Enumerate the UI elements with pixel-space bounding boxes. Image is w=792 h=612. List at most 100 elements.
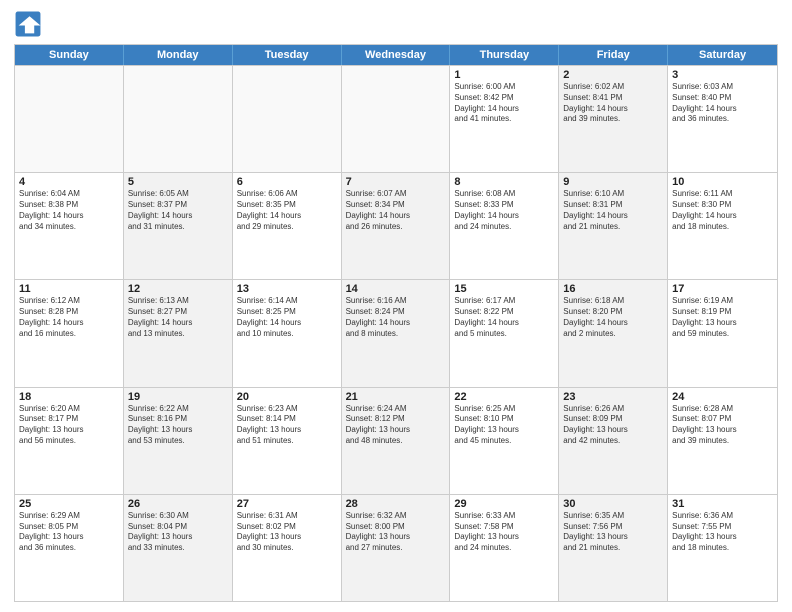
day-number: 22 [454, 391, 554, 403]
calendar-cell-19: 19Sunrise: 6:22 AM Sunset: 8:16 PM Dayli… [124, 388, 233, 494]
calendar-cell-31: 31Sunrise: 6:36 AM Sunset: 7:55 PM Dayli… [668, 495, 777, 601]
calendar-cell-25: 25Sunrise: 6:29 AM Sunset: 8:05 PM Dayli… [15, 495, 124, 601]
calendar-cell-empty-0-1 [124, 66, 233, 172]
day-number: 18 [19, 391, 119, 403]
calendar-cell-28: 28Sunrise: 6:32 AM Sunset: 8:00 PM Dayli… [342, 495, 451, 601]
calendar-cell-23: 23Sunrise: 6:26 AM Sunset: 8:09 PM Dayli… [559, 388, 668, 494]
cell-info: Sunrise: 6:35 AM Sunset: 7:56 PM Dayligh… [563, 511, 663, 554]
cell-info: Sunrise: 6:17 AM Sunset: 8:22 PM Dayligh… [454, 296, 554, 339]
day-number: 24 [672, 391, 773, 403]
cell-info: Sunrise: 6:23 AM Sunset: 8:14 PM Dayligh… [237, 404, 337, 447]
day-number: 31 [672, 498, 773, 510]
cell-info: Sunrise: 6:06 AM Sunset: 8:35 PM Dayligh… [237, 189, 337, 232]
cell-info: Sunrise: 6:30 AM Sunset: 8:04 PM Dayligh… [128, 511, 228, 554]
header-day-monday: Monday [124, 45, 233, 65]
calendar-row-2: 11Sunrise: 6:12 AM Sunset: 8:28 PM Dayli… [15, 279, 777, 386]
calendar-cell-5: 5Sunrise: 6:05 AM Sunset: 8:37 PM Daylig… [124, 173, 233, 279]
day-number: 21 [346, 391, 446, 403]
calendar-row-1: 4Sunrise: 6:04 AM Sunset: 8:38 PM Daylig… [15, 172, 777, 279]
cell-info: Sunrise: 6:22 AM Sunset: 8:16 PM Dayligh… [128, 404, 228, 447]
calendar-cell-empty-0-2 [233, 66, 342, 172]
calendar-cell-27: 27Sunrise: 6:31 AM Sunset: 8:02 PM Dayli… [233, 495, 342, 601]
cell-info: Sunrise: 6:14 AM Sunset: 8:25 PM Dayligh… [237, 296, 337, 339]
calendar-cell-4: 4Sunrise: 6:04 AM Sunset: 8:38 PM Daylig… [15, 173, 124, 279]
calendar-cell-12: 12Sunrise: 6:13 AM Sunset: 8:27 PM Dayli… [124, 280, 233, 386]
day-number: 15 [454, 283, 554, 295]
logo [14, 10, 46, 38]
calendar-cell-15: 15Sunrise: 6:17 AM Sunset: 8:22 PM Dayli… [450, 280, 559, 386]
calendar-cell-9: 9Sunrise: 6:10 AM Sunset: 8:31 PM Daylig… [559, 173, 668, 279]
day-number: 7 [346, 176, 446, 188]
calendar-cell-10: 10Sunrise: 6:11 AM Sunset: 8:30 PM Dayli… [668, 173, 777, 279]
day-number: 3 [672, 69, 773, 81]
day-number: 12 [128, 283, 228, 295]
calendar-cell-1: 1Sunrise: 6:00 AM Sunset: 8:42 PM Daylig… [450, 66, 559, 172]
cell-info: Sunrise: 6:05 AM Sunset: 8:37 PM Dayligh… [128, 189, 228, 232]
header [14, 10, 778, 38]
calendar: SundayMondayTuesdayWednesdayThursdayFrid… [14, 44, 778, 602]
cell-info: Sunrise: 6:26 AM Sunset: 8:09 PM Dayligh… [563, 404, 663, 447]
cell-info: Sunrise: 6:29 AM Sunset: 8:05 PM Dayligh… [19, 511, 119, 554]
cell-info: Sunrise: 6:33 AM Sunset: 7:58 PM Dayligh… [454, 511, 554, 554]
cell-info: Sunrise: 6:03 AM Sunset: 8:40 PM Dayligh… [672, 82, 773, 125]
calendar-row-0: 1Sunrise: 6:00 AM Sunset: 8:42 PM Daylig… [15, 65, 777, 172]
page: SundayMondayTuesdayWednesdayThursdayFrid… [0, 0, 792, 612]
calendar-cell-22: 22Sunrise: 6:25 AM Sunset: 8:10 PM Dayli… [450, 388, 559, 494]
cell-info: Sunrise: 6:19 AM Sunset: 8:19 PM Dayligh… [672, 296, 773, 339]
cell-info: Sunrise: 6:12 AM Sunset: 8:28 PM Dayligh… [19, 296, 119, 339]
day-number: 27 [237, 498, 337, 510]
header-day-wednesday: Wednesday [342, 45, 451, 65]
calendar-body: 1Sunrise: 6:00 AM Sunset: 8:42 PM Daylig… [15, 65, 777, 601]
cell-info: Sunrise: 6:07 AM Sunset: 8:34 PM Dayligh… [346, 189, 446, 232]
cell-info: Sunrise: 6:32 AM Sunset: 8:00 PM Dayligh… [346, 511, 446, 554]
cell-info: Sunrise: 6:04 AM Sunset: 8:38 PM Dayligh… [19, 189, 119, 232]
cell-info: Sunrise: 6:31 AM Sunset: 8:02 PM Dayligh… [237, 511, 337, 554]
day-number: 13 [237, 283, 337, 295]
calendar-cell-6: 6Sunrise: 6:06 AM Sunset: 8:35 PM Daylig… [233, 173, 342, 279]
cell-info: Sunrise: 6:08 AM Sunset: 8:33 PM Dayligh… [454, 189, 554, 232]
day-number: 1 [454, 69, 554, 81]
calendar-cell-2: 2Sunrise: 6:02 AM Sunset: 8:41 PM Daylig… [559, 66, 668, 172]
calendar-cell-24: 24Sunrise: 6:28 AM Sunset: 8:07 PM Dayli… [668, 388, 777, 494]
day-number: 10 [672, 176, 773, 188]
calendar-cell-empty-0-0 [15, 66, 124, 172]
calendar-row-4: 25Sunrise: 6:29 AM Sunset: 8:05 PM Dayli… [15, 494, 777, 601]
day-number: 5 [128, 176, 228, 188]
calendar-row-3: 18Sunrise: 6:20 AM Sunset: 8:17 PM Dayli… [15, 387, 777, 494]
cell-info: Sunrise: 6:25 AM Sunset: 8:10 PM Dayligh… [454, 404, 554, 447]
calendar-cell-18: 18Sunrise: 6:20 AM Sunset: 8:17 PM Dayli… [15, 388, 124, 494]
cell-info: Sunrise: 6:13 AM Sunset: 8:27 PM Dayligh… [128, 296, 228, 339]
header-day-sunday: Sunday [15, 45, 124, 65]
day-number: 4 [19, 176, 119, 188]
calendar-cell-21: 21Sunrise: 6:24 AM Sunset: 8:12 PM Dayli… [342, 388, 451, 494]
cell-info: Sunrise: 6:00 AM Sunset: 8:42 PM Dayligh… [454, 82, 554, 125]
cell-info: Sunrise: 6:24 AM Sunset: 8:12 PM Dayligh… [346, 404, 446, 447]
calendar-cell-empty-0-3 [342, 66, 451, 172]
calendar-cell-13: 13Sunrise: 6:14 AM Sunset: 8:25 PM Dayli… [233, 280, 342, 386]
cell-info: Sunrise: 6:28 AM Sunset: 8:07 PM Dayligh… [672, 404, 773, 447]
day-number: 8 [454, 176, 554, 188]
calendar-cell-26: 26Sunrise: 6:30 AM Sunset: 8:04 PM Dayli… [124, 495, 233, 601]
day-number: 23 [563, 391, 663, 403]
cell-info: Sunrise: 6:02 AM Sunset: 8:41 PM Dayligh… [563, 82, 663, 125]
header-day-tuesday: Tuesday [233, 45, 342, 65]
cell-info: Sunrise: 6:20 AM Sunset: 8:17 PM Dayligh… [19, 404, 119, 447]
calendar-cell-29: 29Sunrise: 6:33 AM Sunset: 7:58 PM Dayli… [450, 495, 559, 601]
cell-info: Sunrise: 6:10 AM Sunset: 8:31 PM Dayligh… [563, 189, 663, 232]
day-number: 2 [563, 69, 663, 81]
calendar-cell-3: 3Sunrise: 6:03 AM Sunset: 8:40 PM Daylig… [668, 66, 777, 172]
day-number: 26 [128, 498, 228, 510]
cell-info: Sunrise: 6:36 AM Sunset: 7:55 PM Dayligh… [672, 511, 773, 554]
day-number: 16 [563, 283, 663, 295]
day-number: 30 [563, 498, 663, 510]
day-number: 19 [128, 391, 228, 403]
calendar-cell-16: 16Sunrise: 6:18 AM Sunset: 8:20 PM Dayli… [559, 280, 668, 386]
day-number: 20 [237, 391, 337, 403]
cell-info: Sunrise: 6:18 AM Sunset: 8:20 PM Dayligh… [563, 296, 663, 339]
calendar-cell-7: 7Sunrise: 6:07 AM Sunset: 8:34 PM Daylig… [342, 173, 451, 279]
day-number: 11 [19, 283, 119, 295]
day-number: 29 [454, 498, 554, 510]
day-number: 28 [346, 498, 446, 510]
day-number: 6 [237, 176, 337, 188]
calendar-cell-11: 11Sunrise: 6:12 AM Sunset: 8:28 PM Dayli… [15, 280, 124, 386]
